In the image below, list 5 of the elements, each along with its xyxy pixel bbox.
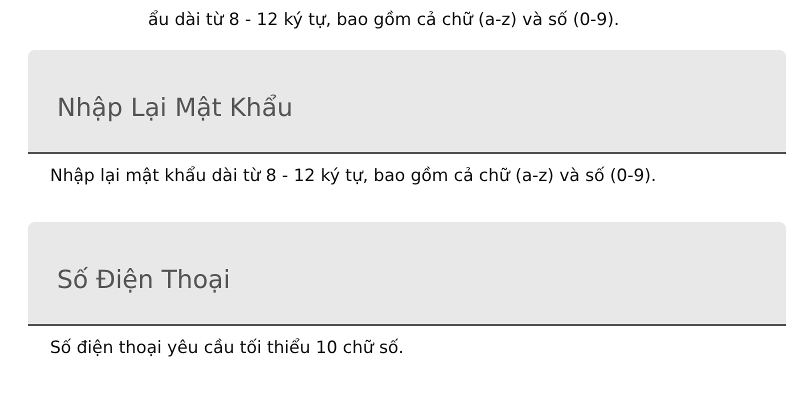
hint-text: ẩu dài từ 8 - 12 ký tự, bao gồm cả chữ (a-z) và số (0-9). [147, 9, 620, 32]
input-field[interactable]: Số Điện Thoại [28, 222, 786, 326]
hint-text: Số điện thoại yêu cầu tối thiểu 10 chữ số. [50, 337, 405, 360]
input-field[interactable]: Nhập Lại Mật Khẩu [28, 50, 786, 154]
hint-text: Nhập lại mật khẩu dài từ 8 - 12 ký tự, bao gồm cả chữ (a-z) và số (0-9). [50, 165, 658, 188]
